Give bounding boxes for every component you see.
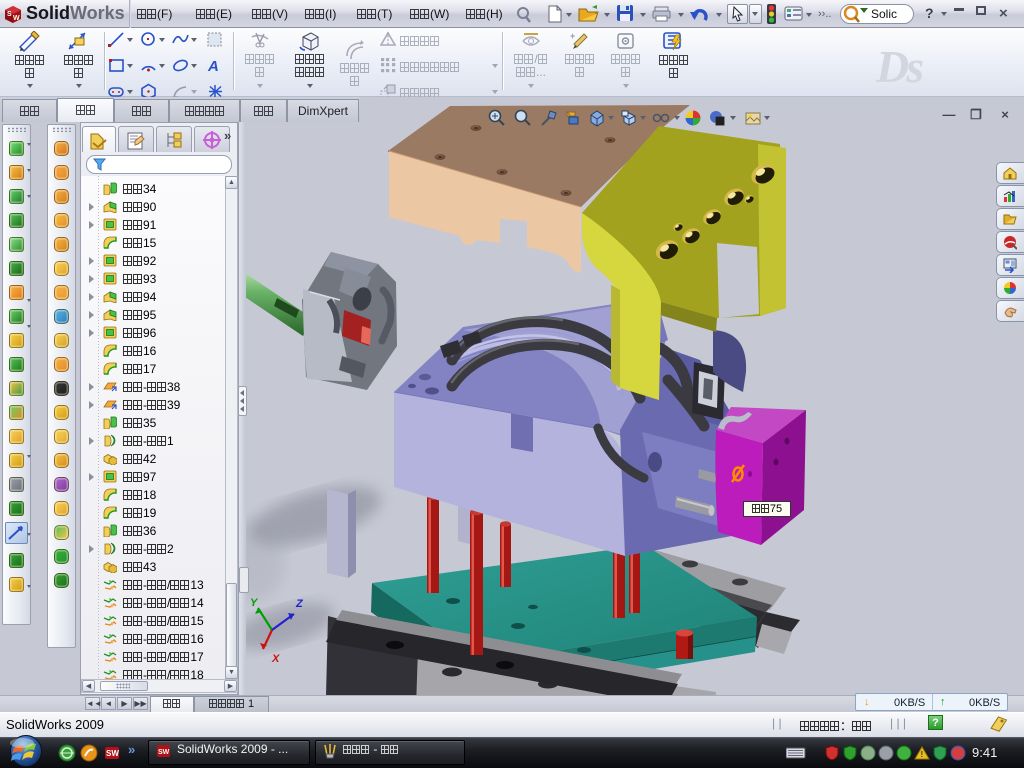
svg-text:W: W xyxy=(13,15,20,22)
svg-text:Z: Z xyxy=(295,598,304,610)
svg-text:!: ! xyxy=(921,750,924,759)
svg-text:A: A xyxy=(207,58,219,74)
svg-text:+: + xyxy=(570,31,575,41)
svg-text:SW: SW xyxy=(158,749,170,756)
svg-text:SW: SW xyxy=(106,749,119,758)
svg-text:S: S xyxy=(7,11,12,18)
svg-text:X: X xyxy=(271,653,280,665)
